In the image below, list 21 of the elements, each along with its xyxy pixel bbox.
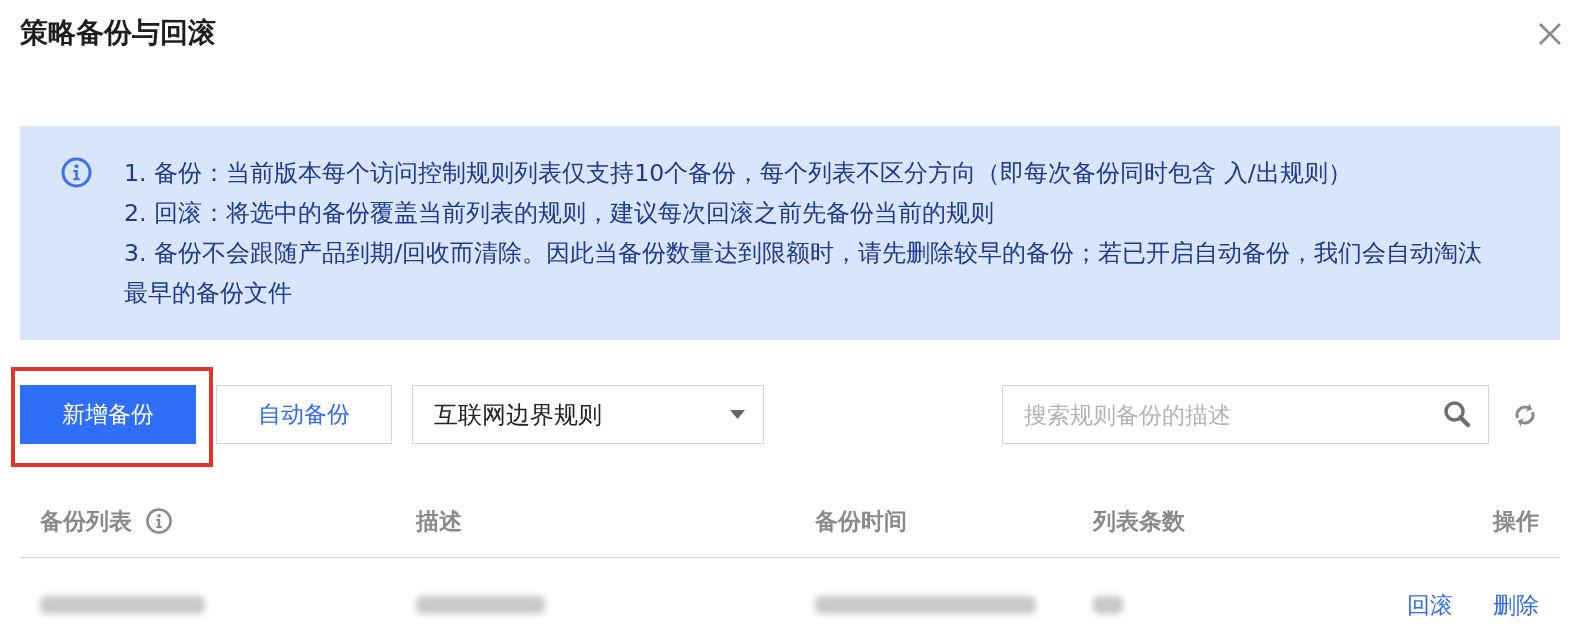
window-title: 策略备份与回滚 bbox=[20, 16, 216, 50]
caret-icon bbox=[730, 410, 745, 419]
close-icon bbox=[1538, 22, 1562, 46]
search-field[interactable]: 搜索规则备份的描述 bbox=[1002, 385, 1489, 444]
action-link[interactable]: 删除 bbox=[1493, 591, 1539, 619]
search-icon[interactable] bbox=[1443, 400, 1471, 428]
column-header: 备份时间 bbox=[815, 507, 907, 535]
new-backup-button[interactable]: 新增备份 bbox=[20, 385, 196, 444]
notice-text: 2. 回滚：将选中的备份覆盖当前列表的规则，建议每次回滚之前先备份当前的规则 bbox=[124, 198, 996, 229]
info-icon bbox=[61, 157, 92, 188]
info-icon[interactable] bbox=[146, 508, 172, 534]
notice-text: 1. 备份：当前版本每个访问控制规则列表仅支持10个备份，每个列表不区分方向（即每次备份同时包含 入/出规则） bbox=[124, 158, 1353, 189]
action-link[interactable]: 回滚 bbox=[1407, 591, 1453, 619]
column-header: 操作 bbox=[1493, 507, 1539, 535]
column-header: 描述 bbox=[416, 507, 462, 535]
auto-backup-button[interactable]: 自动备份 bbox=[216, 385, 392, 444]
column-header: 备份列表 bbox=[40, 507, 132, 535]
column-header: 列表条数 bbox=[1093, 507, 1185, 535]
close-button[interactable] bbox=[1538, 22, 1562, 46]
rule-list-dropdown[interactable]: 互联网边界规则 bbox=[412, 385, 764, 444]
notice-text: 3. 备份不会跟随产品到期/回收而清除。因此当备份数量达到限额时，请先删除较早的备份；若已开启自动备份，我们会自动淘汰最早的备份文件 bbox=[124, 238, 1484, 309]
